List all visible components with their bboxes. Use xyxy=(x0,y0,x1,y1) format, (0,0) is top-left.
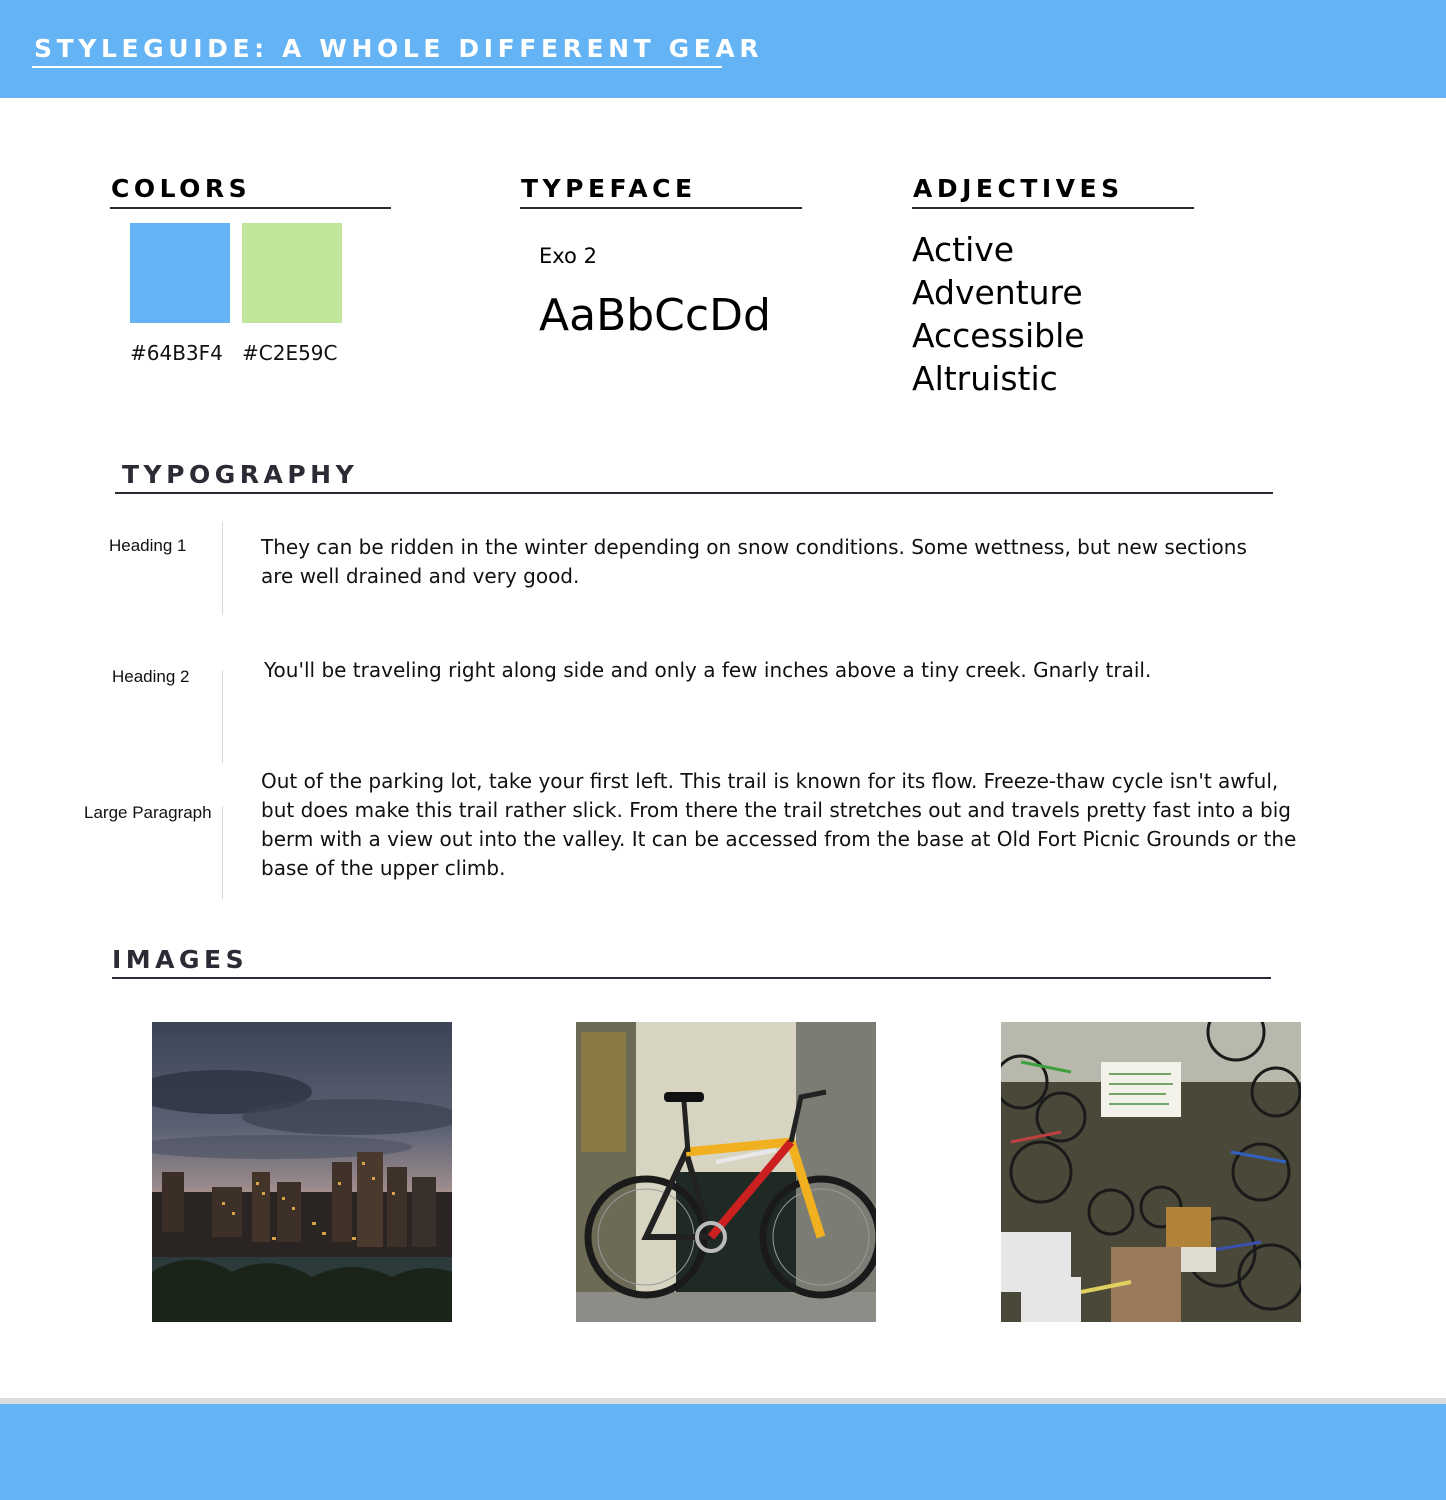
typeface-name: Exo 2 xyxy=(539,244,597,268)
adjectives-rule xyxy=(912,207,1194,209)
typography-sample-paragraph: Out of the parking lot, take your first … xyxy=(261,769,1297,880)
color-hex-primary: #64B3F4 xyxy=(130,341,223,365)
typography-divider xyxy=(222,670,223,763)
images-heading: IMAGES xyxy=(112,945,249,974)
typography-label-paragraph: Large Paragraph xyxy=(84,803,212,822)
colors-heading: COLORS xyxy=(111,174,252,203)
header-bar: STYLEGUIDE: A WHOLE DIFFERENT GEAR xyxy=(0,0,1446,98)
footer-bar xyxy=(0,1404,1446,1500)
mountain-bike-photo xyxy=(576,1022,876,1322)
page-title: STYLEGUIDE: A WHOLE DIFFERENT GEAR xyxy=(34,34,764,63)
typography-sample-heading1: They can be ridden in the winter dependi… xyxy=(261,535,1247,588)
adjective-item: Accessible xyxy=(912,316,1085,355)
typography-divider xyxy=(222,522,223,615)
typography-sample-heading2: You'll be traveling right along side and… xyxy=(264,658,1152,682)
city-skyline-photo xyxy=(152,1022,452,1322)
adjectives-list: Active Adventure Accessible Altruistic xyxy=(912,228,1085,400)
colors-rule xyxy=(110,207,391,209)
adjective-item: Adventure xyxy=(912,273,1083,312)
adjective-item: Active xyxy=(912,230,1015,269)
typography-label-heading2: Heading 2 xyxy=(112,667,190,686)
typography-label-heading1: Heading 1 xyxy=(109,536,187,555)
color-hex-secondary: #C2E59C xyxy=(242,341,338,365)
typography-heading: TYPOGRAPHY xyxy=(122,460,359,489)
color-swatch-primary xyxy=(130,223,230,323)
bike-shop-photo xyxy=(1001,1022,1301,1322)
adjective-item: Altruistic xyxy=(912,359,1058,398)
typography-rule xyxy=(115,492,1273,494)
adjectives-heading: ADJECTIVES xyxy=(913,174,1124,203)
typeface-heading: TYPEFACE xyxy=(521,174,697,203)
typeface-rule xyxy=(520,207,802,209)
typography-divider xyxy=(222,806,223,899)
images-rule xyxy=(112,977,1271,979)
title-underline xyxy=(32,66,722,68)
color-swatch-secondary xyxy=(242,223,342,323)
typeface-sample: AaBbCcDd xyxy=(539,290,771,341)
